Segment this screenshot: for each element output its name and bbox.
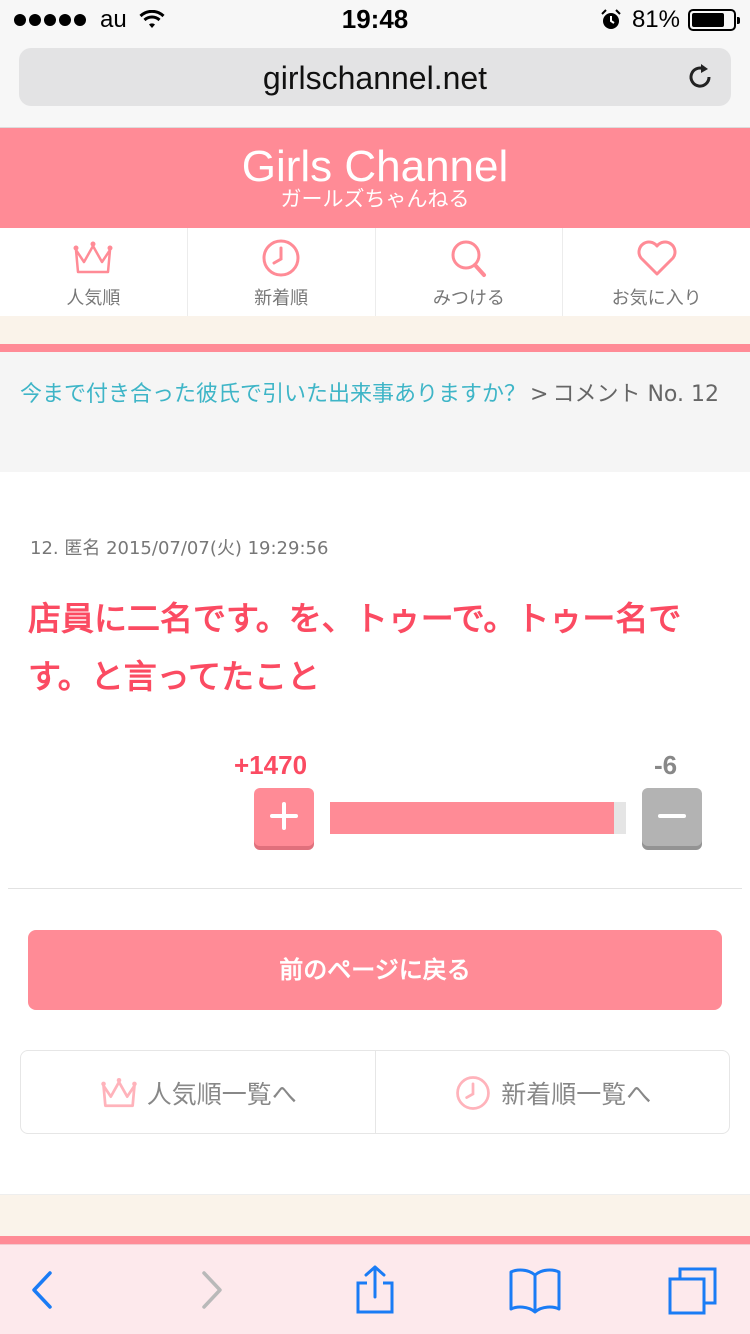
back-arrow-icon[interactable] <box>16 1265 70 1315</box>
comment-body: 店員に二名です。を、トゥーで。トゥー名です。と言ってたこと <box>28 599 682 696</box>
crown-icon <box>73 241 113 274</box>
site-header[interactable]: Girls Channel ガールズちゃんねる <box>0 128 750 228</box>
status-right: 81% <box>600 6 740 34</box>
battery-icon <box>688 9 740 31</box>
status-bar: au 19:48 81% <box>0 0 750 40</box>
divider <box>8 888 742 889</box>
bookmarks-icon[interactable] <box>508 1265 562 1315</box>
battery-percent: 81% <box>631 6 680 33</box>
tabs-icon[interactable] <box>666 1265 720 1315</box>
crown-icon <box>101 1078 137 1108</box>
reload-icon[interactable] <box>685 62 715 92</box>
new-list-link[interactable]: 新着順一覧へ <box>374 1051 730 1133</box>
search-icon <box>451 240 486 277</box>
back-to-previous-page-button[interactable]: 前のページに戻る <box>28 930 722 1010</box>
vote-ratio-fill <box>330 802 615 834</box>
breadcrumb: 今まで付き合った彼氏で引いた出来事ありますか？ > コメント No. 12 <box>0 352 750 472</box>
nav-item-new[interactable]: 新着順 <box>188 228 376 316</box>
minus-vote-count: -6 <box>654 750 678 780</box>
minus-vote-button[interactable] <box>642 788 702 846</box>
nav-item-search[interactable]: みつける <box>376 228 564 316</box>
separator-line <box>0 344 750 352</box>
nav-label: みつける <box>432 288 505 309</box>
popular-list-link[interactable]: 人気順一覧へ <box>21 1051 375 1133</box>
site-logo[interactable]: Girls Channel <box>0 128 750 190</box>
main-nav: 人気順 新着順 みつける お気に入り <box>0 228 750 316</box>
browser-address-area: girlschannel.net <box>0 40 750 128</box>
url-text[interactable]: girlschannel.net <box>19 60 731 97</box>
browser-toolbar <box>0 1244 750 1334</box>
link-label: 新着順一覧へ <box>501 1080 652 1109</box>
link-label: 人気順一覧へ <box>146 1080 297 1109</box>
breadcrumb-separator: > <box>530 382 549 407</box>
vote-ratio-bar <box>330 802 626 834</box>
clock-icon <box>456 1076 491 1110</box>
separator-band <box>0 316 750 344</box>
nav-label: 新着順 <box>254 288 309 309</box>
battery-fill <box>692 13 725 27</box>
alarm-icon <box>601 9 621 29</box>
footer-band <box>0 1194 750 1236</box>
site-logo-subtitle: ガールズちゃんねる <box>280 187 470 211</box>
nav-label: お気に入り <box>611 288 702 309</box>
address-bar[interactable]: girlschannel.net <box>19 48 731 106</box>
plus-vote-count: +1470 <box>234 750 308 780</box>
nav-label: 人気順 <box>66 288 121 309</box>
breadcrumb-topic-link[interactable]: 今まで付き合った彼氏で引いた出来事ありますか？ <box>20 382 526 407</box>
list-links: 人気順一覧へ 新着順一覧へ <box>20 1050 730 1134</box>
forward-arrow-icon[interactable] <box>184 1265 238 1315</box>
footer-line <box>0 1236 750 1244</box>
plus-vote-button[interactable] <box>254 788 314 846</box>
clock-icon <box>262 239 300 277</box>
nav-item-popular[interactable]: 人気順 <box>0 228 188 316</box>
nav-item-favorites[interactable]: お気に入り <box>563 228 750 316</box>
heart-icon <box>637 240 677 276</box>
comment-meta: 12. 匿名 2015/07/07(火) 19:29:56 <box>30 538 329 559</box>
breadcrumb-current: コメント No. 12 <box>552 382 719 407</box>
share-icon[interactable] <box>348 1265 402 1315</box>
